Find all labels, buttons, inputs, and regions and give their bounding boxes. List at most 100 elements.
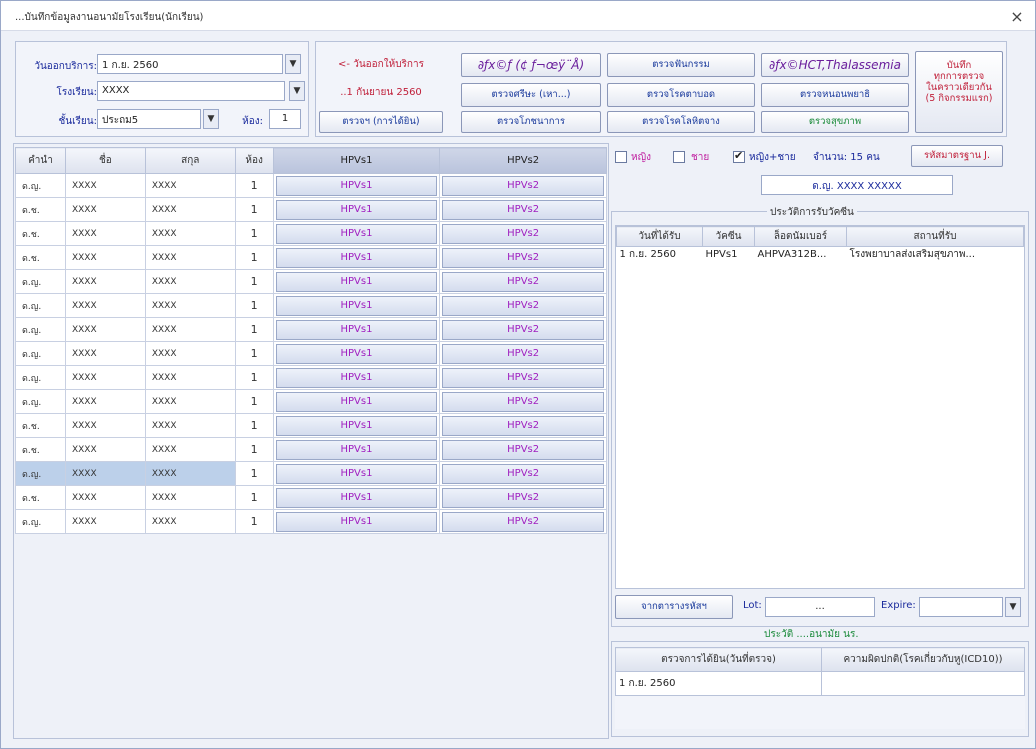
cell-firstname[interactable]: XXXX <box>64 461 146 486</box>
cell-room[interactable]: 1 <box>234 173 274 198</box>
cell-prefix[interactable]: ด.ญ. <box>15 269 66 294</box>
eye-exam-button[interactable]: ตรวจโรคตาบอด <box>607 83 755 107</box>
hpvs1-button[interactable]: HPVs1 <box>275 487 438 508</box>
cell-lastname[interactable]: XXXX <box>144 173 236 198</box>
cell-firstname[interactable]: XXXX <box>64 245 146 270</box>
cell-firstname[interactable]: XXXX <box>64 317 146 342</box>
expire-dropdown-icon[interactable]: ▼ <box>1005 597 1021 617</box>
cell-room[interactable]: 1 <box>234 293 274 318</box>
cell-room[interactable]: 1 <box>234 341 274 366</box>
cell-firstname[interactable]: XXXX <box>64 197 146 222</box>
hpvs2-button[interactable]: HPVs2 <box>442 463 604 484</box>
cell-firstname[interactable]: XXXX <box>64 389 146 414</box>
table-row[interactable]: ด.ช. XXXX XXXX 1 HPVs1 HPVs2 <box>15 437 607 462</box>
cell-prefix[interactable]: ด.ญ. <box>15 509 66 534</box>
hpvs2-button[interactable]: HPVs2 <box>442 247 604 268</box>
hpvs1-button[interactable]: HPVs1 <box>275 199 438 220</box>
cell-lastname[interactable]: XXXX <box>144 461 236 486</box>
cell-lastname[interactable]: XXXX <box>144 269 236 294</box>
thalassemia-button[interactable]: ∂ƒx©HCT,Thalassemia <box>761 53 909 77</box>
table-row[interactable]: ด.ญ. XXXX XXXX 1 HPVs1 HPVs2 <box>15 173 607 198</box>
vaccine-button[interactable]: ∂ƒx©ƒ (¢ ƒ¬œÿ¨Å) <box>461 53 601 77</box>
hpvs2-button[interactable]: HPVs2 <box>442 487 604 508</box>
vh-col-lot[interactable]: ล็อตนัมเบอร์ <box>754 226 847 247</box>
cell-prefix[interactable]: ด.ช. <box>15 413 66 438</box>
table-row[interactable]: ด.ญ. XXXX XXXX 1 HPVs1 HPVs2 <box>15 317 607 342</box>
hpvs1-button[interactable]: HPVs1 <box>275 223 438 244</box>
close-icon[interactable]: × <box>1007 7 1027 26</box>
hpvs2-button[interactable]: HPVs2 <box>442 223 604 244</box>
hpvs2-button[interactable]: HPVs2 <box>442 199 604 220</box>
cell-room[interactable]: 1 <box>234 437 274 462</box>
cell-room[interactable]: 1 <box>234 485 274 510</box>
table-row[interactable]: ด.ญ. XXXX XXXX 1 HPVs1 HPVs2 <box>15 269 607 294</box>
table-row[interactable]: ด.ช. XXXX XXXX 1 HPVs1 HPVs2 <box>15 221 607 246</box>
col-hpvs1[interactable]: HPVs1 <box>272 147 441 174</box>
save-all-button[interactable]: บันทึก ทุกการตรวจ ในคราวเดียวกัน (5 กิจก… <box>915 51 1003 133</box>
cell-prefix[interactable]: ด.ญ. <box>15 317 66 342</box>
cell-lastname[interactable]: XXXX <box>144 245 236 270</box>
table-row[interactable]: ด.ช. XXXX XXXX 1 HPVs1 HPVs2 <box>15 413 607 438</box>
hearing-exam-button[interactable]: ตรวจฯ (การได้ยิน) <box>319 111 443 133</box>
cell-firstname[interactable]: XXXX <box>64 293 146 318</box>
female-checkbox[interactable] <box>615 151 627 163</box>
hpvs2-button[interactable]: HPVs2 <box>442 295 604 316</box>
hpvs2-button[interactable]: HPVs2 <box>442 511 604 532</box>
teeth-exam-button[interactable]: ตรวจฟันกรรม <box>607 53 755 77</box>
vh-col-place[interactable]: สถานที่รับ <box>846 226 1024 247</box>
cell-room[interactable]: 1 <box>234 461 274 486</box>
table-row[interactable]: ด.ญ. XXXX XXXX 1 HPVs1 HPVs2 <box>15 509 607 534</box>
hh-col-date[interactable]: ตรวจการได้ยิน(วันที่ตรวจ) <box>615 647 822 672</box>
hpvs2-button[interactable]: HPVs2 <box>442 391 604 412</box>
cell-room[interactable]: 1 <box>234 317 274 342</box>
hpvs1-button[interactable]: HPVs1 <box>275 463 438 484</box>
cell-room[interactable]: 1 <box>234 365 274 390</box>
parasite-exam-button[interactable]: ตรวจหนอนพยาธิ <box>761 83 909 107</box>
table-row[interactable]: ด.ช. XXXX XXXX 1 HPVs1 HPVs2 <box>15 245 607 270</box>
table-row[interactable]: ด.ญ. XXXX XXXX 1 HPVs1 HPVs2 <box>15 461 607 486</box>
hpvs1-button[interactable]: HPVs1 <box>275 271 438 292</box>
cell-firstname[interactable]: XXXX <box>64 173 146 198</box>
expire-field[interactable] <box>919 597 1003 617</box>
cell-lastname[interactable]: XXXX <box>144 413 236 438</box>
standard-code-button[interactable]: รหัสมาตรฐาน J. <box>911 145 1003 167</box>
cell-firstname[interactable]: XXXX <box>64 221 146 246</box>
hpvs2-button[interactable]: HPVs2 <box>442 319 604 340</box>
table-row[interactable]: ด.ช. XXXX XXXX 1 HPVs1 HPVs2 <box>15 197 607 222</box>
service-date-field[interactable]: 1 ก.ย. 2560 <box>97 54 283 74</box>
table-row[interactable]: ด.ญ. XXXX XXXX 1 HPVs1 HPVs2 <box>15 341 607 366</box>
lot-field[interactable]: ... <box>765 597 875 617</box>
cell-lastname[interactable]: XXXX <box>144 389 236 414</box>
hpvs2-button[interactable]: HPVs2 <box>442 415 604 436</box>
cell-room[interactable]: 1 <box>234 389 274 414</box>
vaccine-history-row[interactable]: 1 ก.ย. 2560 HPVs1 AHPVA312B... โรงพยาบาล… <box>617 247 1024 263</box>
hpvs1-button[interactable]: HPVs1 <box>275 511 438 532</box>
hpvs1-button[interactable]: HPVs1 <box>275 415 438 436</box>
cell-firstname[interactable]: XXXX <box>64 365 146 390</box>
hpvs2-button[interactable]: HPVs2 <box>442 367 604 388</box>
cell-room[interactable]: 1 <box>234 509 274 534</box>
hpvs1-button[interactable]: HPVs1 <box>275 247 438 268</box>
health-history-row[interactable]: 1 ก.ย. 2560 <box>615 671 1025 696</box>
hpvs2-button[interactable]: HPVs2 <box>442 343 604 364</box>
hpvs1-button[interactable]: HPVs1 <box>275 175 438 196</box>
lot-lookup-button[interactable]: จากตารางรหัสฯ <box>615 595 733 619</box>
head-exam-button[interactable]: ตรวจศรีษะ (เหา...) <box>461 83 601 107</box>
cell-room[interactable]: 1 <box>234 197 274 222</box>
cell-room[interactable]: 1 <box>234 413 274 438</box>
col-firstname[interactable]: ชื่อ <box>64 147 146 174</box>
cell-prefix[interactable]: ด.ญ. <box>15 293 66 318</box>
cell-lastname[interactable]: XXXX <box>144 341 236 366</box>
table-row[interactable]: ด.ญ. XXXX XXXX 1 HPVs1 HPVs2 <box>15 365 607 390</box>
hpvs1-button[interactable]: HPVs1 <box>275 439 438 460</box>
hpvs1-button[interactable]: HPVs1 <box>275 319 438 340</box>
cell-lastname[interactable]: XXXX <box>144 485 236 510</box>
school-dropdown-icon[interactable]: ▼ <box>289 81 305 101</box>
cell-prefix[interactable]: ด.ช. <box>15 437 66 462</box>
cell-prefix[interactable]: ด.ช. <box>15 485 66 510</box>
cell-prefix[interactable]: ด.ช. <box>15 245 66 270</box>
hpvs2-button[interactable]: HPVs2 <box>442 175 604 196</box>
cell-room[interactable]: 1 <box>234 245 274 270</box>
vh-col-date[interactable]: วันที่ได้รับ <box>616 226 703 247</box>
school-select[interactable]: XXXX <box>97 81 285 101</box>
